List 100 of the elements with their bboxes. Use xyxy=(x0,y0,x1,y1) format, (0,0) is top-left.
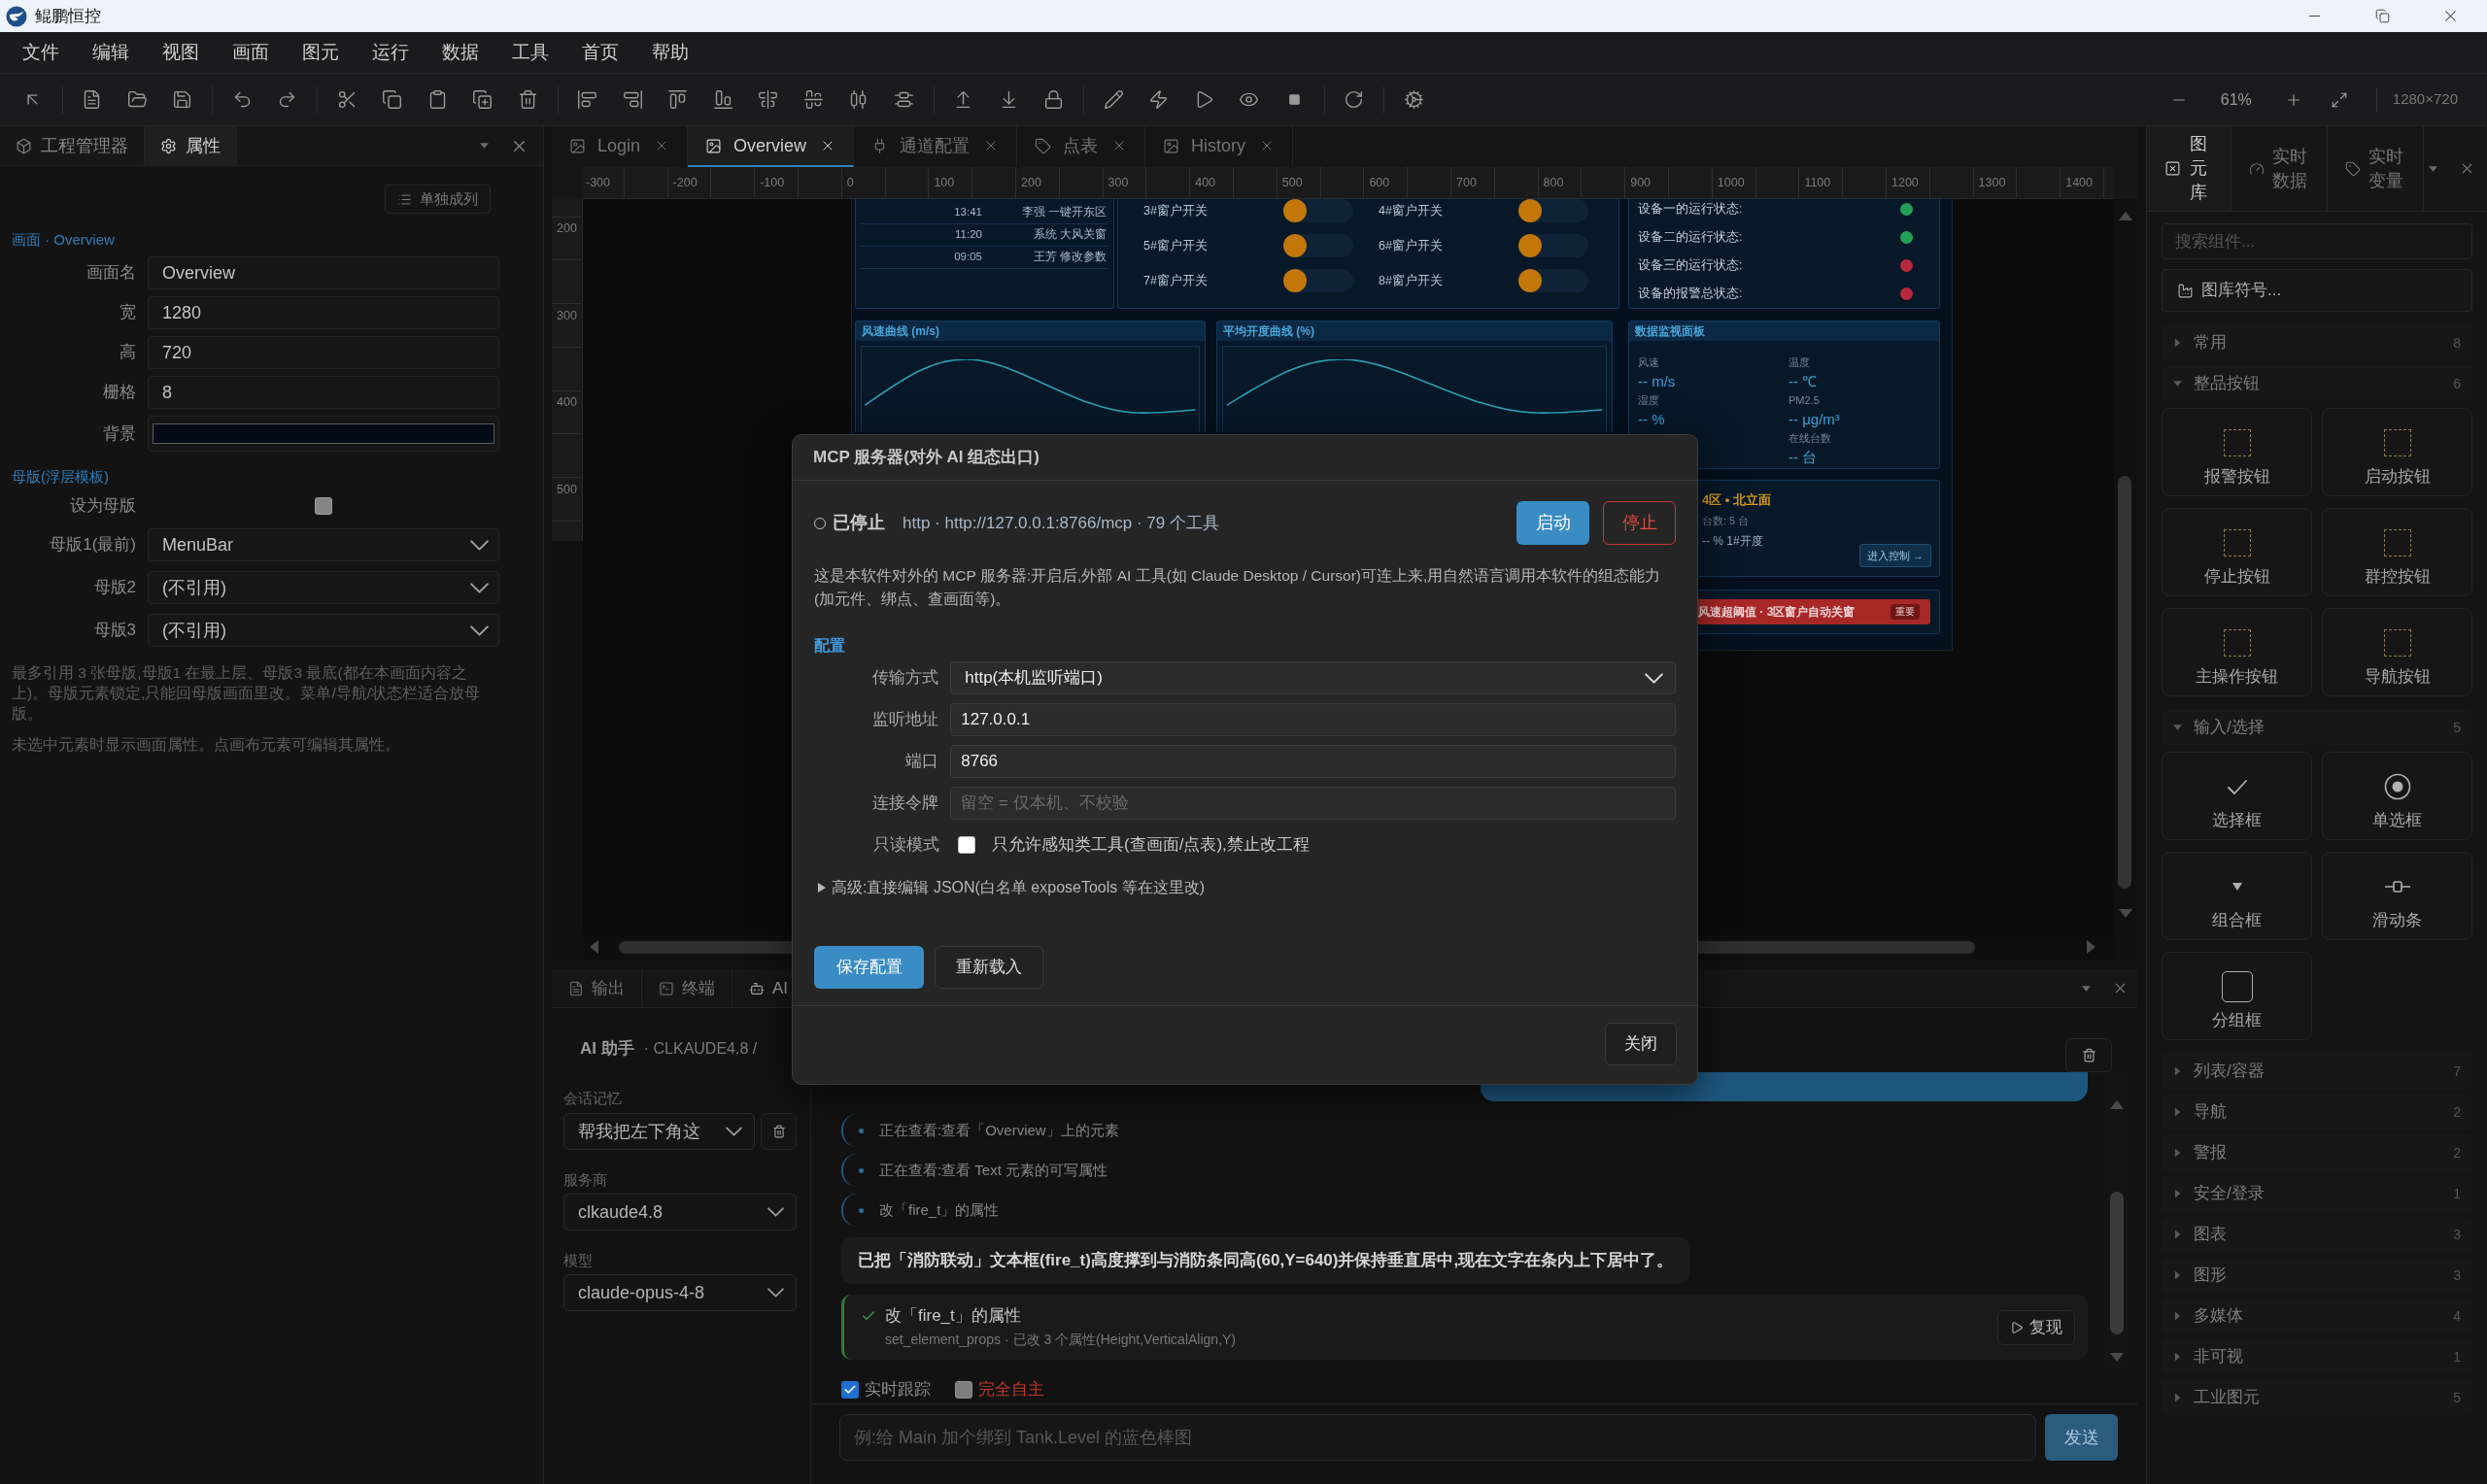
component-tile[interactable]: 导航按钮 xyxy=(2322,608,2472,696)
align-bottom-icon[interactable] xyxy=(712,89,733,110)
enter-control-button[interactable]: 进入控制 → xyxy=(1858,544,1931,567)
component-tile[interactable]: 组合框 xyxy=(2162,852,2312,940)
component-tile[interactable]: 停止按钮 xyxy=(2162,508,2312,596)
component-tile[interactable]: 单选框 xyxy=(2322,752,2472,840)
scissors-icon[interactable] xyxy=(336,89,358,110)
checkbox[interactable] xyxy=(841,1381,859,1399)
component-tile[interactable]: 报警按钮 xyxy=(2162,408,2312,496)
panel-tab[interactable]: 实时数据 xyxy=(2231,126,2328,211)
caret-icon[interactable] xyxy=(2174,1189,2181,1198)
align-left-icon[interactable] xyxy=(577,89,598,110)
layer-select[interactable]: (不引用) xyxy=(148,571,499,604)
color-swatch[interactable] xyxy=(153,423,494,444)
scrollbar-thumb[interactable] xyxy=(2118,476,2131,889)
caret-icon[interactable] xyxy=(2174,1148,2181,1158)
panel-tab[interactable]: 输出 xyxy=(552,969,642,1007)
copy-plus-icon[interactable] xyxy=(472,89,494,110)
save-config-button[interactable]: 保存配置 xyxy=(814,946,924,989)
text-field[interactable]: 1280 xyxy=(148,296,499,329)
align-top-icon[interactable] xyxy=(667,89,689,110)
text-field[interactable]: 8 xyxy=(148,376,499,409)
component-tile[interactable]: 分组框 xyxy=(2162,952,2312,1040)
scrollbar-thumb[interactable] xyxy=(2110,1192,2124,1334)
dropdown[interactable]: clkaude4.8 xyxy=(563,1194,797,1231)
toggle-switch[interactable] xyxy=(1283,234,1353,257)
text-field[interactable]: 720 xyxy=(148,336,499,369)
checkbox[interactable] xyxy=(958,836,975,854)
caret-icon[interactable] xyxy=(2174,1107,2181,1117)
caret-icon[interactable] xyxy=(2174,1230,2181,1239)
stop-icon[interactable] xyxy=(1287,93,1301,106)
lightning-icon[interactable] xyxy=(1148,89,1170,110)
distribute-vertical-icon[interactable] xyxy=(893,89,914,110)
delete-memory-button[interactable] xyxy=(761,1113,797,1150)
color-field[interactable] xyxy=(148,416,499,452)
panel-tab[interactable]: 图元库 xyxy=(2147,126,2231,211)
dropdown[interactable]: claude-opus-4-8 xyxy=(563,1274,797,1311)
trash-icon[interactable] xyxy=(517,89,538,110)
caret-icon[interactable] xyxy=(2174,1066,2181,1076)
advanced-toggle[interactable]: 高级:直接编辑 JSON(白名单 exposeTools 等在这里改) xyxy=(814,877,1206,898)
menu-item[interactable]: 图元 xyxy=(286,38,356,67)
toggle-switch[interactable] xyxy=(1518,234,1588,257)
align-middle-icon[interactable] xyxy=(802,89,824,110)
copy-icon[interactable] xyxy=(382,89,403,110)
restore-icon[interactable] xyxy=(2374,9,2390,23)
document-tab[interactable]: Overview xyxy=(688,126,855,167)
caret-icon[interactable] xyxy=(2174,1352,2181,1362)
caret-icon[interactable] xyxy=(2174,1393,2181,1402)
start-button[interactable]: 启动 xyxy=(1516,501,1589,545)
layer-select[interactable]: (不引用) xyxy=(148,614,499,647)
transport-select[interactable]: http(本机监听端口) xyxy=(950,661,1676,694)
replay-button[interactable]: 复现 xyxy=(1997,1309,2075,1345)
component-tile[interactable]: 主操作按钮 xyxy=(2162,608,2312,696)
toggle-switch[interactable] xyxy=(1283,199,1353,222)
dropdown[interactable]: 帮我把左下角这 xyxy=(563,1113,755,1150)
caret-icon[interactable] xyxy=(2174,338,2181,348)
menu-item[interactable]: 文件 xyxy=(6,38,76,67)
panel-tab[interactable]: 属性 xyxy=(145,126,237,165)
panel-tab[interactable]: 实时变量 xyxy=(2328,126,2424,211)
menu-item[interactable]: 工具 xyxy=(495,38,565,67)
split-column-button[interactable]: 单独成列 xyxy=(385,185,491,214)
component-tile[interactable]: 群控按钮 xyxy=(2322,508,2472,596)
checkbox[interactable] xyxy=(315,497,332,515)
caret-icon[interactable] xyxy=(2173,381,2182,387)
gear-icon[interactable] xyxy=(1403,89,1424,110)
menu-item[interactable]: 数据 xyxy=(426,38,495,67)
stop-button[interactable]: 停止 xyxy=(1603,501,1676,545)
panel-tab[interactable]: 终端 xyxy=(642,969,732,1007)
expand-icon[interactable] xyxy=(2330,90,2348,109)
caret-icon[interactable] xyxy=(2174,1270,2181,1280)
caret-icon[interactable] xyxy=(2082,985,2091,992)
toggle-switch[interactable] xyxy=(1518,199,1588,222)
menu-item[interactable]: 画面 xyxy=(216,38,286,67)
component-tile[interactable]: 启动按钮 xyxy=(2322,408,2472,496)
component-tile[interactable]: 选择框 xyxy=(2162,752,2312,840)
menu-item[interactable]: 运行 xyxy=(356,38,426,67)
menu-item[interactable]: 编辑 xyxy=(76,38,146,67)
send-button[interactable]: 发送 xyxy=(2045,1414,2118,1461)
checkbox[interactable] xyxy=(955,1381,972,1399)
toggle-switch[interactable] xyxy=(1283,269,1353,292)
symbol-library-button[interactable]: 图库符号... xyxy=(2162,269,2472,312)
panel-tab[interactable]: AI xyxy=(732,969,793,1007)
input-field[interactable]: 8766 xyxy=(950,745,1676,778)
clear-chat-button[interactable] xyxy=(2065,1038,2112,1072)
caret-icon[interactable] xyxy=(2174,1311,2181,1321)
refresh-icon[interactable] xyxy=(1344,89,1365,110)
align-center-icon[interactable] xyxy=(758,89,779,110)
menu-item[interactable]: 首页 xyxy=(565,38,635,67)
input-field[interactable]: 127.0.0.1 xyxy=(950,703,1676,736)
close-button[interactable]: 关闭 xyxy=(1605,1023,1677,1065)
folder-icon[interactable] xyxy=(126,89,148,110)
align-right-icon[interactable] xyxy=(622,89,643,110)
menu-item[interactable]: 帮助 xyxy=(635,38,705,67)
layer-select[interactable]: MenuBar xyxy=(148,528,499,561)
toggle-switch[interactable] xyxy=(1518,269,1588,292)
text-field[interactable]: Overview xyxy=(148,256,499,289)
reload-button[interactable]: 重新载入 xyxy=(935,946,1043,989)
menu-item[interactable]: 视图 xyxy=(146,38,216,67)
caret-icon[interactable] xyxy=(480,143,489,149)
lock-icon[interactable] xyxy=(1043,89,1065,110)
